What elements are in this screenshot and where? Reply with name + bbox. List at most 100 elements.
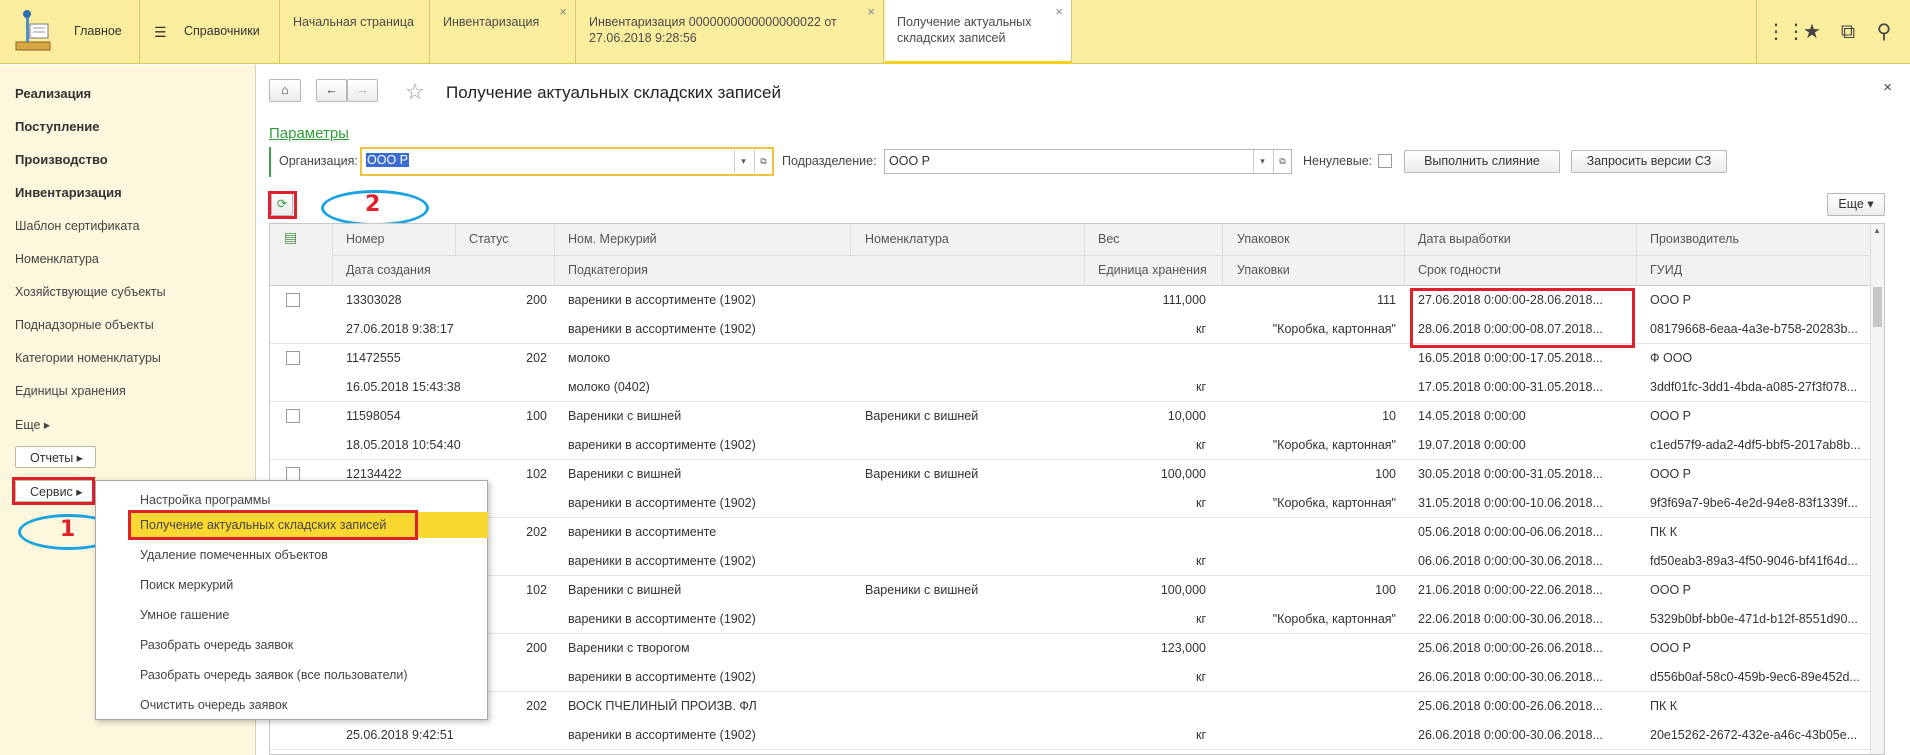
row-nomenclature: Вареники с вишней xyxy=(865,583,979,597)
sidebar-item-sales[interactable]: Реализация xyxy=(15,86,91,101)
row-checkbox[interactable] xyxy=(286,409,300,423)
table-row[interactable]: 11598054 100 Вареники с вишней Вареники с в… xyxy=(270,402,1870,460)
col-guid[interactable]: ГУИД xyxy=(1650,263,1682,277)
sidebar-item-supervised-objects[interactable]: Поднадзорные объекты xyxy=(15,318,154,332)
division-label: Подразделение: xyxy=(782,154,877,168)
menu-item-mercury-search[interactable]: Поиск меркурий xyxy=(140,578,233,592)
menu-item-delete-marked[interactable]: Удаление помеченных объектов xyxy=(140,548,328,562)
references-section[interactable]: ☰ Справочники xyxy=(140,0,280,64)
close-icon[interactable]: × xyxy=(867,4,875,20)
tab-inventory[interactable]: Инвентаризация × xyxy=(431,0,576,64)
tab-inventory-doc[interactable]: Инвентаризация 0000000000000000022 от 27… xyxy=(577,0,884,64)
sidebar-item-certificate-template[interactable]: Шаблон сертификата xyxy=(15,219,140,233)
row-manufacturer: Ф ООО xyxy=(1650,351,1693,365)
row-guid: 9f3f69a7-9be6-4e2d-94e8-83f1339f... xyxy=(1650,496,1858,510)
home-button[interactable]: ⌂ xyxy=(269,79,301,102)
reports-button[interactable]: Отчеты ▸ xyxy=(15,446,96,468)
col-created[interactable]: Дата создания xyxy=(346,263,431,277)
parameters-link[interactable]: Параметры xyxy=(269,125,349,142)
division-input[interactable]: ООО Р ▾ ⧉ xyxy=(884,149,1292,174)
sidebar-item-entities[interactable]: Хозяйствующие субъекты xyxy=(15,285,166,299)
row-mercury-nom: Вареники с вишней xyxy=(568,409,682,423)
sidebar-item-inventory[interactable]: Инвентаризация xyxy=(15,185,122,200)
row-unit: кг xyxy=(1195,728,1206,742)
row-guid: 5329b0bf-bb0e-471d-b12f-8551d90... xyxy=(1650,612,1858,626)
org-label: Организация: xyxy=(279,154,358,168)
row-manufacturer: ООО Р xyxy=(1650,293,1691,307)
tab-start-page[interactable]: Начальная страница xyxy=(281,0,430,64)
row-expiry: 31.05.2018 0:00:00-10.06.2018... xyxy=(1418,496,1603,510)
scroll-up-icon[interactable]: ▲ xyxy=(1873,226,1881,235)
division-value: ООО Р xyxy=(889,154,930,168)
top-bar: Главное ☰ Справочники Начальная страница… xyxy=(0,0,1910,64)
close-form-icon[interactable]: × xyxy=(1883,79,1892,96)
chevron-down-icon[interactable]: ▾ xyxy=(1253,150,1271,173)
more-button[interactable]: Еще ▾ xyxy=(1827,193,1885,216)
table-row[interactable]: 200 Вареники с творогом 123,000 25.06.2018 … xyxy=(270,634,1870,692)
chevron-down-icon[interactable]: ▾ xyxy=(734,150,752,173)
row-checkbox[interactable] xyxy=(286,467,300,481)
star-outline-icon[interactable]: ☆ xyxy=(405,79,425,105)
menu-item-process-queue[interactable]: Разобрать очередь заявок xyxy=(140,638,293,652)
star-icon[interactable]: ★ xyxy=(1800,20,1824,44)
open-icon[interactable]: ⧉ xyxy=(1273,150,1291,173)
menu-item-smart-settlement[interactable]: Умное гашение xyxy=(140,608,229,622)
sidebar-item-nomenclature-categories[interactable]: Категории номенклатуры xyxy=(15,351,161,365)
close-icon[interactable]: × xyxy=(1055,4,1063,20)
row-manufacturer: ООО Р xyxy=(1650,467,1691,481)
table-row[interactable]: 202 вареники в ассортименте 05.06.2018 0:0… xyxy=(270,518,1870,576)
col-subcategory[interactable]: Подкатегория xyxy=(568,263,648,277)
annotation-highlight-refresh xyxy=(268,191,297,219)
col-manufacturer[interactable]: Производитель xyxy=(1650,232,1739,246)
table-row[interactable]: 11472555 202 молоко 16.05.2018 0:00:00-17.0… xyxy=(270,344,1870,402)
menu-item-clear-queue[interactable]: Очистить очередь заявок xyxy=(140,698,287,712)
table-row[interactable]: 12134422 102 Вареники с вишней Вареники с в… xyxy=(270,460,1870,518)
forward-button[interactable]: → xyxy=(347,79,378,102)
org-input[interactable]: ООО Р ▾ ⧉ xyxy=(360,147,774,176)
col-nomenclature[interactable]: Номенклатура xyxy=(865,232,949,246)
col-expiry[interactable]: Срок годности xyxy=(1418,263,1501,277)
menu-item-process-queue-all[interactable]: Разобрать очередь заявок (все пользовате… xyxy=(140,668,408,682)
row-checkbox[interactable] xyxy=(286,351,300,365)
apps-grid-icon[interactable]: ⋮⋮ xyxy=(1766,20,1806,44)
history-icon[interactable]: ⧉ xyxy=(1836,20,1860,44)
sidebar-item-production[interactable]: Производство xyxy=(15,152,108,167)
row-guid: d556b0af-58c0-459b-9ec6-89e452d... xyxy=(1650,670,1860,684)
sidebar-item-more[interactable]: Еще ▸ xyxy=(15,417,50,432)
row-production-date: 05.06.2018 0:00:00-06.06.2018... xyxy=(1418,525,1603,539)
sidebar-item-nomenclature[interactable]: Номенклатура xyxy=(15,252,99,266)
col-packs[interactable]: Упаковок xyxy=(1237,232,1290,246)
sidebar-item-storage-units[interactable]: Единицы хранения xyxy=(15,384,126,398)
col-mercury-nom[interactable]: Ном. Меркурий xyxy=(568,232,657,246)
col-packaging[interactable]: Упаковки xyxy=(1237,263,1290,277)
col-production-date[interactable]: Дата выработки xyxy=(1418,232,1511,246)
close-icon[interactable]: × xyxy=(559,4,567,20)
open-icon[interactable]: ⧉ xyxy=(754,150,772,173)
row-subcategory: вареники в ассортименте (1902) xyxy=(568,438,756,452)
sidebar-item-receipts[interactable]: Поступление xyxy=(15,119,100,134)
menu-item-settings[interactable]: Настройка программы xyxy=(140,493,270,507)
col-number[interactable]: Номер xyxy=(346,232,384,246)
row-manufacturer: ООО Р xyxy=(1650,583,1691,597)
nonzero-checkbox[interactable] xyxy=(1378,154,1392,168)
col-storage-unit[interactable]: Единица хранения xyxy=(1098,263,1207,277)
request-versions-button[interactable]: Запросить версии СЗ xyxy=(1571,150,1727,173)
tab-label: Инвентаризация xyxy=(443,15,540,29)
col-status[interactable]: Статус xyxy=(469,232,509,246)
row-status: 202 xyxy=(526,351,547,365)
back-button[interactable]: ← xyxy=(316,79,347,102)
page-title: Получение актуальных складских записей xyxy=(446,83,782,102)
home-section[interactable]: Главное xyxy=(0,0,140,64)
search-icon[interactable]: ⚲ xyxy=(1872,20,1896,44)
vertical-scrollbar[interactable]: ▲ xyxy=(1870,224,1884,754)
table-row[interactable]: 102 Вареники с вишней Вареники с вишней 100… xyxy=(270,576,1870,634)
row-created: 18.05.2018 10:54:40 xyxy=(346,438,461,452)
table-row[interactable]: 202 ВОСК ПЧЕЛИНЫЙ ПРОИЗВ. ФЛ 25.06.2018 0:… xyxy=(270,692,1870,750)
tab-get-warehouse-records[interactable]: Получение актуальных складских записей × xyxy=(885,0,1072,64)
row-checkbox[interactable] xyxy=(286,293,300,307)
scroll-thumb[interactable] xyxy=(1873,287,1882,327)
arrow-left-icon: ← xyxy=(325,83,338,97)
row-guid: 08179668-6eaa-4a3e-b758-20283b... xyxy=(1650,322,1858,336)
merge-button[interactable]: Выполнить слияние xyxy=(1404,150,1560,173)
col-weight[interactable]: Вес xyxy=(1098,232,1120,246)
